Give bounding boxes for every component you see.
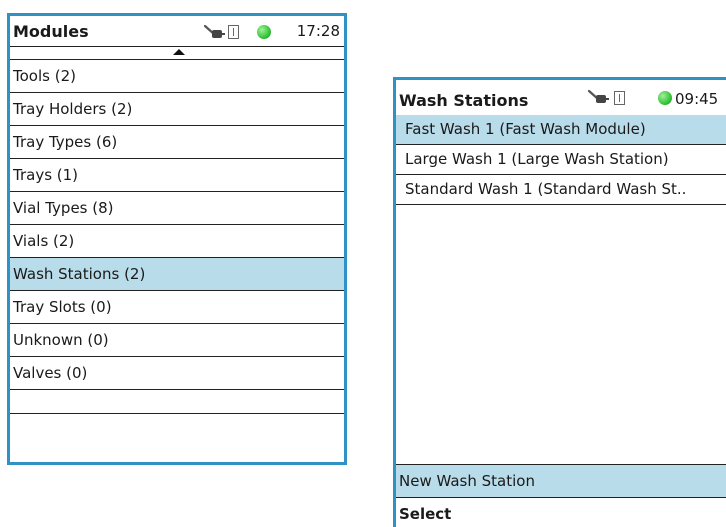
clock: 09:45: [675, 90, 719, 108]
list-item[interactable]: Tools (2): [10, 60, 344, 93]
list-item-selected[interactable]: Wash Stations (2): [10, 258, 344, 291]
usb-icon: [614, 91, 625, 105]
plug-icon: [587, 89, 609, 103]
list-item[interactable]: Vial Types (8): [10, 192, 344, 225]
wash-stations-screen: Wash Stations 09:45 Fast Wash 1 (Fast Wa…: [393, 77, 726, 527]
new-wash-station-button[interactable]: New Wash Station: [396, 464, 726, 498]
page-title: Modules: [13, 22, 89, 41]
list-item[interactable]: Trays (1): [10, 159, 344, 192]
select-button[interactable]: Select: [396, 498, 726, 527]
list-item[interactable]: Large Wash 1 (Large Wash Station): [396, 145, 726, 175]
list-item[interactable]: Unknown (0): [10, 324, 344, 357]
arrow-up-icon: [173, 49, 185, 55]
list-item[interactable]: Tray Holders (2): [10, 93, 344, 126]
list-item-selected[interactable]: Fast Wash 1 (Fast Wash Module): [396, 115, 726, 145]
list-item[interactable]: Standard Wash 1 (Standard Wash St..: [396, 175, 726, 205]
modules-screen: Modules 17:28 Tools (2) Tray Holders (2)…: [7, 13, 347, 465]
plug-icon: [203, 24, 225, 38]
page-title: Wash Stations: [399, 91, 529, 110]
empty-row: [10, 390, 344, 414]
list-item[interactable]: Tray Types (6): [10, 126, 344, 159]
wash-stations-header: Wash Stations 09:45: [396, 80, 726, 116]
clock: 17:28: [296, 22, 340, 40]
empty-row: [10, 414, 344, 438]
scroll-up-button[interactable]: [10, 46, 344, 60]
usb-icon: [228, 25, 239, 39]
list-item[interactable]: Valves (0): [10, 357, 344, 390]
status-led-icon: [658, 91, 672, 105]
modules-list: Tools (2) Tray Holders (2) Tray Types (6…: [10, 60, 344, 438]
modules-header: Modules 17:28: [10, 16, 344, 47]
list-item[interactable]: Vials (2): [10, 225, 344, 258]
list-item[interactable]: Tray Slots (0): [10, 291, 344, 324]
status-led-icon: [257, 25, 271, 39]
wash-stations-list: Fast Wash 1 (Fast Wash Module) Large Was…: [396, 115, 726, 205]
